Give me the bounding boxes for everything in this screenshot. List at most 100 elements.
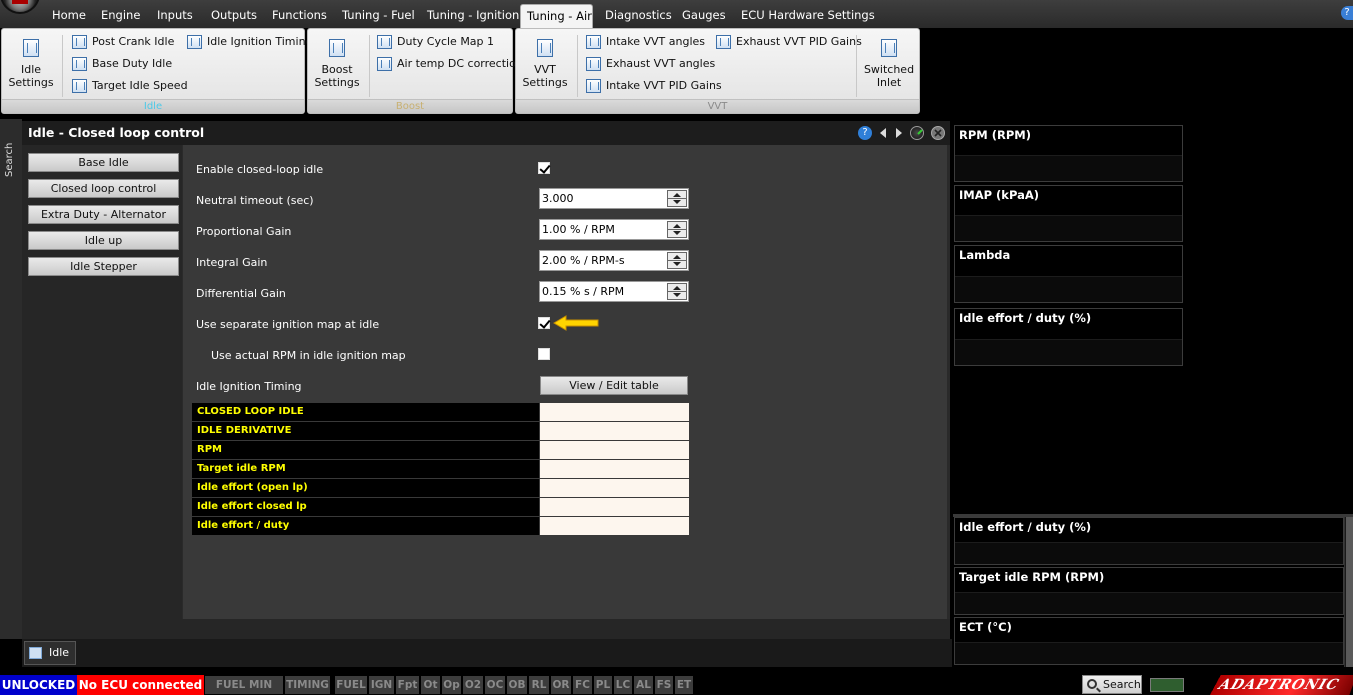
app-logo[interactable] — [0, 0, 40, 14]
boost-settings-label: Boost Settings — [314, 63, 360, 89]
duty-cycle-map-button[interactable]: Duty Cycle Map 1 — [377, 33, 494, 51]
status-indicator: Ot — [421, 676, 441, 694]
actual-rpm-checkbox[interactable] — [538, 348, 550, 360]
help-icon[interactable]: ? — [1341, 6, 1353, 20]
exhaust-vvt-angles-button[interactable]: Exhaust VVT angles — [586, 55, 715, 73]
gauge-idle-effort-bottom[interactable]: Idle effort / duty (%) — [954, 517, 1344, 565]
table-icon — [377, 57, 392, 71]
ribbon: Idle Settings Post Crank Idle Base Duty … — [0, 28, 1353, 115]
gauge-idle-effort[interactable]: Idle effort / duty (%) — [954, 308, 1183, 366]
live-row-value — [540, 460, 689, 478]
next-icon[interactable] — [894, 126, 904, 140]
differential-gain-value: 0.15 % s / RPM — [542, 285, 625, 298]
search-side-tab[interactable]: Search — [0, 119, 22, 639]
ribbon-group-label: Idle — [2, 99, 304, 113]
gauge-icon[interactable] — [910, 126, 924, 140]
gauge-lambda[interactable]: Lambda — [954, 245, 1183, 303]
integral-gain-value: 2.00 % / RPM-s — [542, 254, 625, 267]
intake-vvt-pid-gains-button[interactable]: Intake VVT PID Gains — [586, 77, 722, 95]
post-crank-idle-button[interactable]: Post Crank Idle — [72, 33, 174, 51]
live-row-value — [540, 517, 689, 535]
tab-gauges[interactable]: Gauges — [676, 4, 732, 28]
differential-gain-input[interactable]: 0.15 % s / RPM — [539, 281, 689, 302]
proportional-gain-input[interactable]: 1.00 % / RPM — [539, 219, 689, 240]
status-indicator: LC — [614, 676, 633, 694]
close-icon[interactable] — [931, 126, 945, 140]
exhaust-vvt-pid-gains-button[interactable]: Exhaust VVT PID Gains — [716, 33, 862, 51]
status-indicator: OB — [507, 676, 528, 694]
live-row-label: Idle effort closed lp — [192, 498, 539, 516]
table-icon — [377, 35, 392, 49]
neutral-timeout-input[interactable]: 3.000 — [539, 188, 689, 209]
gauge-scrollbar[interactable] — [1344, 517, 1353, 667]
table-icon — [586, 57, 601, 71]
status-indicator: PL — [594, 676, 613, 694]
intake-vvt-angles-button[interactable]: Intake VVT angles — [586, 33, 705, 51]
duty-cycle-map-label: Duty Cycle Map 1 — [397, 35, 495, 48]
tab-ecu-hardware-settings[interactable]: ECU Hardware Settings — [735, 4, 881, 28]
table-icon — [586, 35, 601, 49]
boost-settings-button[interactable]: Boost Settings — [312, 37, 362, 89]
gauge-rpm[interactable]: RPM (RPM) — [954, 125, 1183, 182]
tab-engine[interactable]: Engine — [95, 4, 146, 28]
tab-outputs[interactable]: Outputs — [205, 4, 263, 28]
previous-icon[interactable] — [878, 126, 888, 140]
gauge-title: Idle effort / duty (%) — [959, 311, 1092, 325]
target-idle-speed-button[interactable]: Target Idle Speed — [72, 77, 188, 95]
base-duty-idle-button[interactable]: Base Duty Idle — [72, 55, 172, 73]
nav-closed-loop-control[interactable]: Closed loop control — [28, 179, 179, 198]
actual-rpm-label: Use actual RPM in idle ignition map — [211, 349, 406, 362]
proportional-gain-label: Proportional Gain — [196, 225, 292, 238]
tab-functions[interactable]: Functions — [266, 4, 333, 28]
tab-tuning-fuel[interactable]: Tuning - Fuel — [336, 4, 421, 28]
enable-closed-loop-checkbox[interactable] — [538, 162, 550, 174]
nav-extra-duty-alternator[interactable]: Extra Duty - Alternator — [28, 205, 179, 224]
separate-ignition-map-checkbox[interactable] — [538, 317, 550, 329]
idle-settings-label: Idle Settings — [8, 63, 54, 89]
main-tab-bar: Home Engine Inputs Outputs Functions Tun… — [0, 0, 1353, 28]
gauge-title: ECT (°C) — [959, 620, 1012, 634]
nav-base-idle[interactable]: Base Idle — [28, 153, 179, 172]
gauge-imap[interactable]: IMAP (kPaA) — [954, 185, 1183, 242]
tab-diagnostics[interactable]: Diagnostics — [599, 4, 678, 28]
gauge-target-idle-rpm[interactable]: Target idle RPM (RPM) — [954, 567, 1344, 615]
integral-gain-input[interactable]: 2.00 % / RPM-s — [539, 250, 689, 271]
document-tab-idle[interactable]: Idle — [24, 641, 76, 665]
idle-ignition-timing-button[interactable]: Idle Ignition Timing — [187, 33, 313, 51]
live-row-value — [540, 403, 689, 421]
help-icon[interactable]: ? — [858, 126, 872, 140]
gauge-title: Idle effort / duty (%) — [959, 520, 1092, 534]
tab-tuning-ignition[interactable]: Tuning - Ignition — [421, 4, 525, 28]
ecu-connection-status: No ECU connected — [77, 675, 204, 695]
search-button[interactable]: Search — [1082, 675, 1142, 694]
vvt-settings-button[interactable]: VVT Settings — [520, 37, 570, 89]
status-bar: UNLOCKED No ECU connected FUEL MIN PW TI… — [0, 675, 1353, 695]
ribbon-group-idle: Idle Settings Post Crank Idle Base Duty … — [1, 28, 313, 114]
list-icon — [586, 79, 601, 93]
switched-inlet-button[interactable]: Switched Inlet — [861, 37, 917, 89]
document-tab-label: Idle — [49, 646, 70, 659]
view-edit-table-button[interactable]: View / Edit table — [540, 376, 688, 395]
proportional-gain-value: 1.00 % / RPM — [542, 223, 615, 236]
search-side-label: Search — [4, 142, 15, 177]
differential-gain-label: Differential Gain — [196, 287, 286, 300]
tab-inputs[interactable]: Inputs — [151, 4, 199, 28]
tab-home[interactable]: Home — [46, 4, 92, 28]
gauge-title: Target idle RPM (RPM) — [959, 570, 1105, 584]
status-indicator: OC — [485, 676, 506, 694]
neutral-timeout-label: Neutral timeout (sec) — [196, 194, 314, 207]
settings-icon — [329, 39, 345, 57]
air-temp-dc-correction-button[interactable]: Air temp DC correction — [377, 55, 523, 73]
live-row-label: RPM — [192, 441, 539, 459]
nav-idle-stepper[interactable]: Idle Stepper — [28, 257, 179, 276]
idle-settings-button[interactable]: Idle Settings — [6, 37, 56, 89]
post-crank-idle-label: Post Crank Idle — [92, 35, 175, 48]
table-icon — [29, 647, 42, 659]
gauge-title: Lambda — [959, 248, 1011, 262]
settings-icon — [537, 39, 553, 57]
gauge-ect[interactable]: ECT (°C) — [954, 617, 1344, 665]
switched-inlet-label: Switched Inlet — [863, 63, 915, 89]
live-row-label: IDLE DERIVATIVE — [192, 422, 539, 440]
tab-tuning-air[interactable]: Tuning - Air — [520, 4, 593, 28]
nav-idle-up[interactable]: Idle up — [28, 231, 179, 250]
